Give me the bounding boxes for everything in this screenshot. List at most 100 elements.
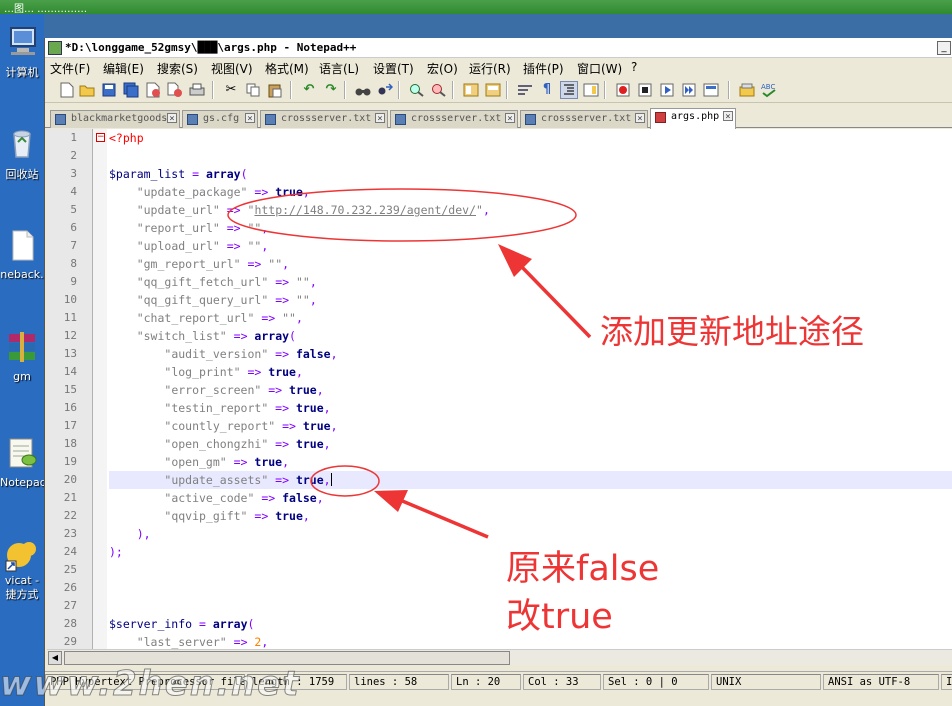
zoom-in-icon[interactable] bbox=[408, 81, 426, 99]
close-all-icon[interactable] bbox=[166, 81, 184, 99]
indent-guide-icon[interactable] bbox=[560, 81, 578, 99]
desktop-icon-recycle-bin[interactable]: 回收站 bbox=[0, 126, 44, 182]
spell-check-icon[interactable]: ABC bbox=[760, 81, 778, 99]
menu-macro[interactable]: 宏(O) bbox=[427, 60, 458, 77]
code-token: true bbox=[302, 419, 331, 433]
tab-blackmarketgoods[interactable]: blackmarketgoods × bbox=[50, 110, 180, 128]
code-line[interactable]: "update_assets" => true, bbox=[109, 471, 952, 489]
menu-file[interactable]: 文件(F) bbox=[50, 60, 90, 77]
scroll-left-icon[interactable]: ◀ bbox=[48, 651, 62, 665]
menu-format[interactable]: 格式(M) bbox=[265, 60, 309, 77]
save-macro-icon[interactable] bbox=[702, 81, 720, 99]
stop-record-icon[interactable] bbox=[636, 81, 654, 99]
code-line[interactable]: "log_print" => true, bbox=[109, 363, 952, 381]
copy-icon[interactable] bbox=[244, 81, 262, 99]
sync-vertical-icon[interactable] bbox=[462, 81, 480, 99]
undo-icon[interactable]: ↶ bbox=[300, 81, 318, 99]
minimize-button[interactable]: _ bbox=[937, 41, 951, 55]
sync-horizontal-icon[interactable] bbox=[484, 81, 502, 99]
menu-plugins[interactable]: 插件(P) bbox=[523, 60, 564, 77]
word-wrap-icon[interactable] bbox=[516, 81, 534, 99]
code-line[interactable]: $param_list = array( bbox=[109, 165, 952, 183]
desktop-icon-navicat[interactable]: vicat - 捷方式 bbox=[0, 538, 44, 602]
document-map-icon[interactable] bbox=[582, 81, 600, 99]
window-title: *D:\longgame_52gmsy\███\args.php - Notep… bbox=[65, 41, 357, 54]
code-token: => bbox=[268, 293, 296, 307]
menu-edit[interactable]: 编辑(E) bbox=[103, 60, 144, 77]
menu-search[interactable]: 搜索(S) bbox=[157, 60, 198, 77]
code-line[interactable]: "report_url" => "", bbox=[109, 219, 952, 237]
code-line[interactable]: "open_chongzhi" => true, bbox=[109, 435, 952, 453]
code-line[interactable]: "upload_url" => "", bbox=[109, 237, 952, 255]
menu-run[interactable]: 运行(R) bbox=[469, 60, 511, 77]
desktop-icon-computer[interactable]: 计算机 bbox=[0, 24, 44, 80]
save-all-icon[interactable] bbox=[122, 81, 140, 99]
code-line[interactable]: "error_screen" => true, bbox=[109, 381, 952, 399]
zoom-out-icon[interactable] bbox=[430, 81, 448, 99]
code-token: "gm_report_url" bbox=[136, 257, 241, 271]
menu-language[interactable]: 语言(L) bbox=[319, 60, 359, 77]
find-icon[interactable] bbox=[354, 81, 372, 99]
paste-icon[interactable] bbox=[266, 81, 284, 99]
close-tab-icon[interactable]: × bbox=[505, 113, 515, 124]
code-token: => bbox=[261, 383, 290, 397]
close-tab-icon[interactable]: × bbox=[167, 113, 177, 124]
desktop-icon-document[interactable]: neback. bbox=[0, 228, 44, 281]
code-line[interactable]: <?php bbox=[109, 129, 952, 147]
code-token: "report_url" bbox=[136, 221, 220, 235]
save-icon[interactable] bbox=[100, 81, 118, 99]
code-line[interactable] bbox=[109, 147, 952, 165]
doc-switcher-icon[interactable] bbox=[738, 81, 756, 99]
close-tab-icon[interactable]: × bbox=[723, 111, 733, 122]
code-line[interactable]: "qq_gift_fetch_url" => "", bbox=[109, 273, 952, 291]
code-token: => bbox=[268, 401, 296, 415]
code-token: , bbox=[261, 239, 269, 253]
menu-window[interactable]: 窗口(W) bbox=[577, 60, 622, 77]
code-editor[interactable]: 1 2 3 4 5 6 7 8 9 10 11 12 13 14 15 16 17 18 19 20 21 22 23 24 2… bbox=[47, 129, 952, 649]
computer-icon bbox=[10, 27, 36, 55]
cut-icon[interactable]: ✂ bbox=[222, 81, 240, 99]
close-icon[interactable] bbox=[144, 81, 162, 99]
tab-crossserver-2[interactable]: crossserver.txt × bbox=[390, 110, 518, 128]
annotation-true-line: 改true bbox=[506, 597, 613, 637]
code-line[interactable]: "testin_report" => true, bbox=[109, 399, 952, 417]
menu-settings[interactable]: 设置(T) bbox=[373, 60, 414, 77]
code-token: => bbox=[254, 491, 283, 505]
print-icon[interactable] bbox=[188, 81, 206, 99]
desktop-icon-notepad[interactable]: Notepad+ bbox=[0, 436, 56, 489]
scrollbar-thumb[interactable] bbox=[64, 651, 510, 665]
tab-crossserver-1[interactable]: crossserver.txt × bbox=[260, 110, 388, 128]
code-line[interactable]: "open_gm" => true, bbox=[109, 453, 952, 471]
status-ln: Ln : 20 bbox=[451, 674, 521, 690]
code-token: "audit_version" bbox=[164, 347, 269, 361]
menu-help[interactable]: ? bbox=[631, 60, 637, 74]
code-line[interactable]: "countly_report" => true, bbox=[109, 417, 952, 435]
code-line[interactable]: "gm_report_url" => "", bbox=[109, 255, 952, 273]
horizontal-scrollbar[interactable]: ◀ bbox=[47, 649, 952, 665]
desktop-icon-gm[interactable]: gm bbox=[0, 330, 44, 383]
close-tab-icon[interactable]: × bbox=[245, 113, 255, 124]
code-line[interactable]: "update_package" => true, bbox=[109, 183, 952, 201]
code-line[interactable]: "update_url" => "http://148.70.232.239/a… bbox=[109, 201, 952, 219]
code-line[interactable]: "active_code" => false, bbox=[109, 489, 952, 507]
close-tab-icon[interactable]: × bbox=[375, 113, 385, 124]
open-file-icon[interactable] bbox=[78, 81, 96, 99]
record-macro-icon[interactable] bbox=[614, 81, 632, 99]
code-token: true bbox=[268, 365, 296, 379]
menu-view[interactable]: 视图(V) bbox=[211, 60, 253, 77]
redo-icon[interactable]: ↷ bbox=[322, 81, 340, 99]
toolbar-separator bbox=[604, 81, 606, 99]
show-all-chars-icon[interactable]: ¶ bbox=[538, 81, 556, 99]
tab-args-php[interactable]: args.php × bbox=[650, 108, 736, 129]
play-macro-icon[interactable] bbox=[658, 81, 676, 99]
run-macro-multiple-icon[interactable] bbox=[680, 81, 698, 99]
tab-crossserver-3[interactable]: crossserver.txt × bbox=[520, 110, 648, 128]
close-tab-icon[interactable]: × bbox=[635, 113, 645, 124]
fold-toggle-icon[interactable]: − bbox=[96, 133, 105, 142]
tab-gs-cfg[interactable]: gs.cfg × bbox=[182, 110, 258, 128]
new-file-icon[interactable] bbox=[58, 81, 76, 99]
replace-icon[interactable] bbox=[376, 81, 394, 99]
toolbar-separator bbox=[452, 81, 454, 99]
title-bar: *D:\longgame_52gmsy\███\args.php - Notep… bbox=[45, 38, 952, 58]
code-line[interactable]: "qqvip_gift" => true, bbox=[109, 507, 952, 525]
